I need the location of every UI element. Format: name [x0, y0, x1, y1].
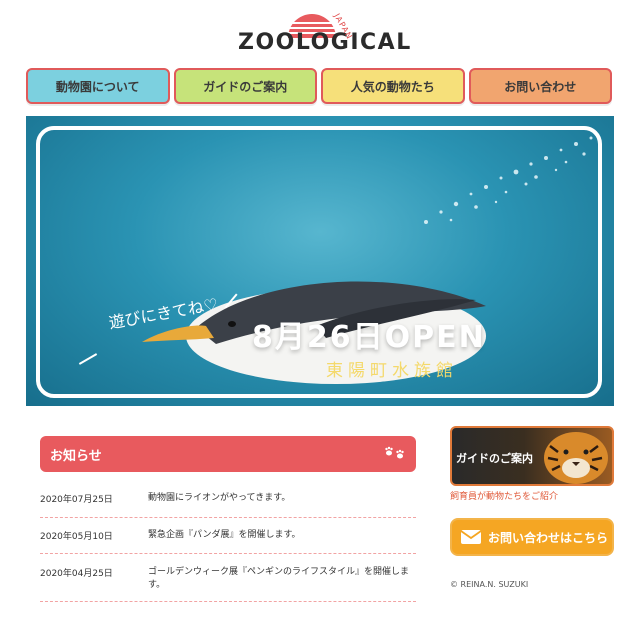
mail-icon [460, 530, 482, 544]
site-logo[interactable]: ZOOLOGICAL JAPAN [230, 6, 410, 58]
hero-banner: 遊びにきてね♡ 8月26日OPEN 東陽町水族館 [26, 116, 614, 406]
nav-tab-label: お問い合わせ [504, 79, 577, 94]
logo-wordmark: ZOOLOGICAL [238, 30, 412, 55]
nav-tab-guide[interactable]: ガイドのご案内 [173, 68, 317, 104]
nav-tab-label: ガイドのご案内 [203, 79, 288, 94]
guide-banner[interactable]: ガイドのご案内 [450, 426, 614, 486]
news-header: お知らせ [40, 436, 416, 472]
guide-caption[interactable]: 飼育員が動物たちをご紹介 [450, 489, 558, 502]
guide-banner-label: ガイドのご案内 [456, 452, 533, 465]
news-date: 2020年05月10日 [40, 532, 113, 542]
main-nav: 動物園について ガイドのご案内 人気の動物たち お問い合わせ [26, 68, 612, 104]
contact-button[interactable]: お問い合わせはこちら [450, 518, 614, 556]
copyright-text: © REINA.N. SUZUKI [450, 580, 529, 589]
contact-button-label: お問い合わせはこちら [488, 530, 609, 545]
news-text: 緊急企画『パンダ展』を開催します。 [148, 530, 301, 540]
nav-tab-about[interactable]: 動物園について [26, 68, 170, 104]
nav-tab-animals[interactable]: 人気の動物たち [321, 68, 465, 104]
news-item[interactable]: 2020年07月25日 動物園にライオンがやってきます。 [40, 484, 416, 518]
news-item[interactable]: 2020年05月10日 緊急企画『パンダ展』を開催します。 [40, 518, 416, 554]
news-title: お知らせ [50, 448, 102, 464]
news-list: 2020年07月25日 動物園にライオンがやってきます。 2020年05月10日… [40, 484, 416, 602]
news-item[interactable]: 2020年04月25日 ゴールデンウィーク展『ペンギンのライフスタイル』を開催し… [40, 554, 416, 602]
nav-tab-label: 動物園について [55, 79, 140, 94]
news-date: 2020年07月25日 [40, 495, 113, 505]
paw-print-icon [385, 446, 404, 459]
nav-tab-contact[interactable]: お問い合わせ [468, 68, 612, 104]
news-text: ゴールデンウィーク展『ペンギンのライフスタイル』を開催します。 [148, 567, 410, 590]
hero-frame [36, 126, 602, 398]
news-date: 2020年04月25日 [40, 569, 113, 579]
nav-tab-label: 人気の動物たち [350, 79, 435, 94]
tiger-illustration [544, 432, 608, 484]
news-text: 動物園にライオンがやってきます。 [148, 493, 291, 503]
